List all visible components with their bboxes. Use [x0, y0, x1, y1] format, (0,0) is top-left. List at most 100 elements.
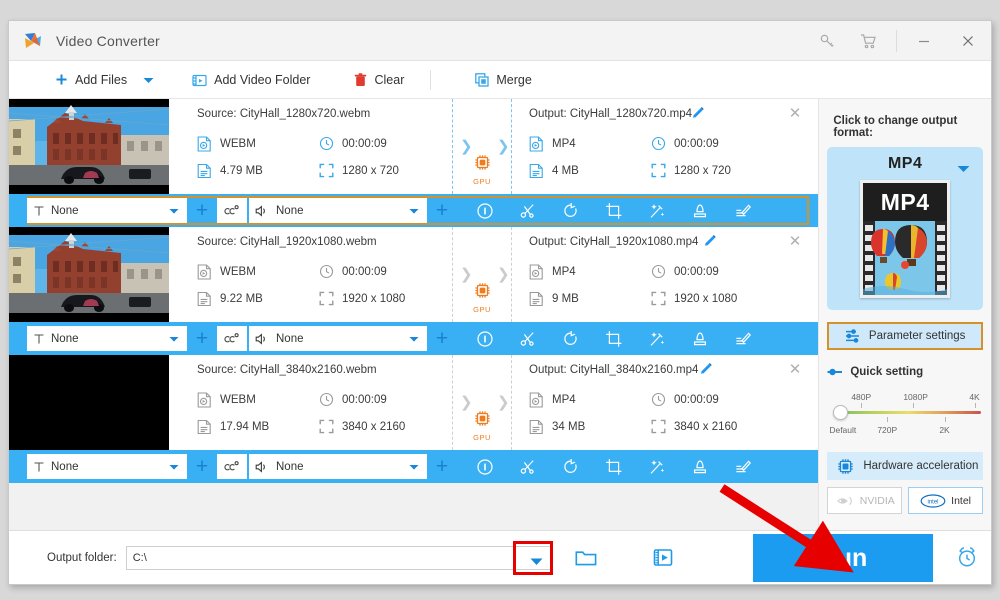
info-icon[interactable] [463, 452, 506, 481]
run-button[interactable]: Run [753, 534, 933, 582]
file-row[interactable]: Source: CityHall_1920x1080.webm WEBM 00:… [9, 227, 819, 322]
output-duration-label: 00:00:09 [674, 265, 719, 278]
nvidia-button[interactable]: NVIDIA [827, 487, 903, 514]
gpu-vendor-buttons: NVIDIA intel Intel [827, 487, 984, 514]
output-format-label: MP4 [552, 138, 576, 150]
intel-button[interactable]: intel Intel [908, 487, 984, 514]
output-folder-input[interactable] [125, 545, 551, 570]
file-row[interactable]: Source: CityHall_1280x720.webm WEBM 00:0… [9, 99, 819, 194]
remove-file-button[interactable]: ✕ [789, 232, 802, 250]
schedule-alarm-button[interactable] [955, 545, 979, 569]
file-details: Source: CityHall_3840x2160.webm WEBM 00:… [169, 355, 818, 450]
cart-icon[interactable] [848, 21, 890, 61]
watermark-icon[interactable] [678, 196, 721, 225]
audio-select[interactable]: None [249, 326, 427, 351]
audio-select[interactable]: None [249, 198, 427, 223]
remove-file-button[interactable]: ✕ [789, 104, 802, 122]
subtitle-select[interactable]: None [27, 326, 187, 351]
slider-knob[interactable] [833, 405, 849, 420]
source-format-label: WEBM [220, 394, 256, 406]
add-files-button[interactable]: Add Files [45, 61, 137, 99]
magic-wand-icon[interactable] [635, 196, 678, 225]
video-file-icon [529, 136, 544, 152]
add-audio-button[interactable]: + [427, 452, 457, 481]
magic-wand-icon[interactable] [635, 452, 678, 481]
source-duration-label: 00:00:09 [342, 393, 387, 406]
minimize-icon[interactable] [903, 21, 945, 61]
quick-setting-header: Quick setting [827, 366, 983, 378]
scissors-icon[interactable] [506, 196, 549, 225]
video-thumbnail[interactable] [9, 355, 169, 450]
parameter-settings-button[interactable]: Parameter settings [827, 322, 983, 350]
source-size: 17.94 MB [197, 419, 269, 435]
video-thumbnail[interactable] [9, 227, 169, 322]
parameter-settings-label: Parameter settings [868, 330, 966, 342]
chevron-down-icon [409, 206, 419, 218]
scissors-icon[interactable] [506, 452, 549, 481]
rotate-icon[interactable] [549, 324, 592, 353]
edit-output-name-icon[interactable] [699, 362, 713, 381]
magic-wand-icon[interactable] [635, 324, 678, 353]
cpu-chip-icon [837, 458, 854, 475]
clear-button[interactable]: Clear [344, 61, 414, 99]
subtitle-edit-icon[interactable] [721, 452, 764, 481]
subtitle-text-icon [33, 333, 45, 345]
chevron-down-icon [409, 334, 419, 346]
browse-folder-button[interactable] [575, 549, 597, 567]
subtitle-select[interactable]: None [27, 454, 187, 479]
remove-file-button[interactable]: ✕ [789, 360, 802, 378]
edit-output-name-icon[interactable] [703, 234, 717, 253]
watermark-icon[interactable] [678, 324, 721, 353]
add-video-folder-button[interactable]: Add Video Folder [182, 61, 320, 99]
video-file-icon [197, 136, 212, 152]
crop-icon[interactable] [592, 452, 635, 481]
hardware-acceleration-row[interactable]: Hardware acceleration [827, 452, 983, 480]
video-file-icon [529, 392, 544, 408]
closed-caption-button[interactable] [217, 454, 247, 479]
row-toolbar: None + None + [9, 450, 819, 483]
merge-button[interactable]: Merge [465, 61, 541, 99]
crop-icon[interactable] [592, 196, 635, 225]
add-subtitle-button[interactable]: + [187, 324, 217, 353]
add-audio-button[interactable]: + [427, 196, 457, 225]
app-logo-icon [22, 30, 44, 52]
quality-slider[interactable]: 480P 1080P 4K Default 720P 2K [829, 392, 982, 438]
output-format-card[interactable]: MP4 MP4 [827, 147, 983, 310]
add-files-dropdown[interactable] [137, 61, 160, 99]
clear-label: Clear [374, 72, 405, 87]
open-output-folder-button[interactable] [653, 548, 675, 568]
video-thumbnail[interactable] [9, 99, 169, 194]
subtitle-edit-icon[interactable] [721, 196, 764, 225]
divider-left [452, 227, 453, 322]
add-audio-button[interactable]: + [427, 324, 457, 353]
info-icon[interactable] [463, 196, 506, 225]
crop-icon[interactable] [592, 324, 635, 353]
edit-output-name-icon[interactable] [691, 106, 705, 125]
scissors-icon[interactable] [506, 324, 549, 353]
source-duration-label: 00:00:09 [342, 265, 387, 278]
info-icon[interactable] [463, 324, 506, 353]
output-folder-field-wrap [117, 540, 553, 575]
add-subtitle-button[interactable]: + [187, 452, 217, 481]
clock-icon [651, 264, 666, 279]
slider-tick [913, 403, 915, 408]
subtitle-edit-icon[interactable] [721, 324, 764, 353]
output-format-label: MP4 [552, 394, 576, 406]
slider-bottom-label: Default [829, 425, 857, 435]
file-row[interactable]: Source: CityHall_3840x2160.webm WEBM 00:… [9, 355, 819, 450]
add-subtitle-button[interactable]: + [187, 196, 217, 225]
source-size-label: 9.22 MB [220, 293, 263, 305]
audio-select[interactable]: None [249, 454, 427, 479]
subtitle-select[interactable]: None [27, 198, 187, 223]
row-toolbar: None + None + [9, 194, 819, 227]
chevron-down-icon[interactable] [957, 160, 970, 178]
closed-caption-button[interactable] [217, 326, 247, 351]
key-icon[interactable] [806, 21, 848, 61]
rotate-icon[interactable] [549, 196, 592, 225]
close-icon[interactable] [945, 21, 991, 61]
slider-tick [945, 417, 947, 422]
watermark-icon[interactable] [678, 452, 721, 481]
rotate-icon[interactable] [549, 452, 592, 481]
output-resolution: 1920 x 1080 [651, 291, 737, 306]
closed-caption-button[interactable] [217, 198, 247, 223]
